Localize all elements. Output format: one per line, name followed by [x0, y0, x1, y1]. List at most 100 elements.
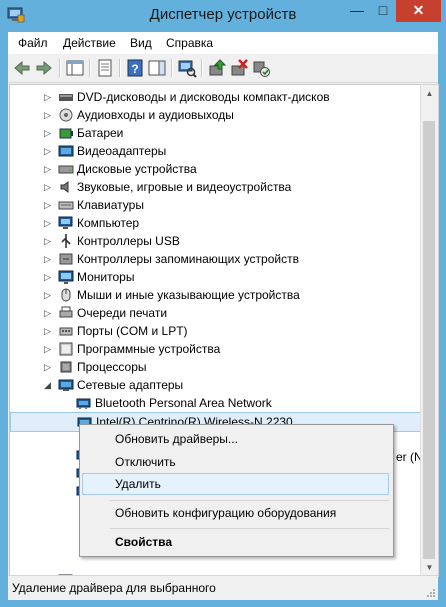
tree-item[interactable]: ▷ Компьютер: [10, 214, 420, 232]
tree-item-label: Батареи: [77, 126, 124, 140]
tree-item-label: Сетевые адаптеры: [77, 378, 184, 392]
toolbar-separator: [171, 59, 173, 77]
expand-arrow-icon[interactable]: ▷: [44, 254, 52, 264]
tree-item[interactable]: ▷ Звуковые, игровые и видеоустройства: [10, 178, 420, 196]
help-icon[interactable]: ?: [125, 58, 145, 78]
expand-arrow-icon[interactable]: ▷: [44, 182, 52, 192]
menu-help[interactable]: Справка: [166, 36, 213, 50]
network-adapter-icon: [58, 379, 74, 391]
computer-icon: [58, 216, 73, 229]
vertical-scrollbar[interactable]: ▲ ▼: [420, 84, 439, 577]
tree-item-label: Дисковые устройства: [77, 162, 197, 176]
tree-item[interactable]: ▷ Видеоадаптеры: [10, 142, 420, 160]
tree-item[interactable]: ▷ Мониторы: [10, 268, 420, 286]
tree-item-label: Мониторы: [77, 270, 135, 284]
scroll-up-arrow-icon[interactable]: ▲: [421, 85, 438, 102]
expand-arrow-icon[interactable]: ▷: [44, 308, 52, 318]
scan-hardware-icon[interactable]: [177, 58, 197, 78]
tree-item[interactable]: ▷ Контроллеры запоминающих устройств: [10, 250, 420, 268]
collapse-arrow-icon[interactable]: ◢: [44, 380, 52, 390]
expand-arrow-icon[interactable]: ▷: [44, 236, 52, 246]
title-bar[interactable]: Диспетчер устройств — □ ✕: [0, 0, 446, 32]
storage-controller-icon: [59, 253, 73, 265]
battery-icon: [59, 128, 73, 139]
audio-io-icon: [59, 108, 73, 122]
forward-arrow-icon[interactable]: [34, 58, 54, 78]
network-card-icon: [76, 398, 91, 409]
tree-item[interactable]: ▷ Порты (COM и LPT): [10, 322, 420, 340]
tree-item[interactable]: ▷ Клавиатуры: [10, 196, 420, 214]
toolbar-separator: [119, 59, 121, 77]
maximize-button[interactable]: □: [370, 0, 396, 22]
expand-arrow-icon[interactable]: ▷: [44, 146, 52, 156]
expand-arrow-icon[interactable]: ▷: [44, 128, 52, 138]
speaker-icon: [60, 181, 69, 193]
uninstall-device-icon[interactable]: [229, 58, 249, 78]
menu-file[interactable]: Файл: [18, 36, 48, 50]
back-arrow-icon[interactable]: [12, 58, 32, 78]
monitor-icon: [58, 270, 74, 284]
tree-item[interactable]: ▷ Очереди печати: [10, 304, 420, 322]
expand-arrow-icon[interactable]: ▷: [44, 164, 52, 174]
dvd-drive-icon: [59, 94, 73, 101]
expand-arrow-icon[interactable]: ▷: [44, 344, 52, 354]
expand-arrow-icon[interactable]: ▷: [44, 272, 52, 282]
tree-item[interactable]: ▷ Процессоры: [10, 358, 420, 376]
tree-item-label: Bluetooth Personal Area Network: [95, 396, 272, 410]
menu-view[interactable]: Вид: [130, 36, 152, 50]
mouse-icon: [61, 288, 71, 302]
expand-arrow-icon[interactable]: ▷: [44, 200, 52, 210]
context-update-driver-label: Обновить драйверы...: [115, 432, 238, 446]
context-disable[interactable]: Отключить: [82, 451, 389, 473]
properties-sheet-icon[interactable]: [95, 58, 115, 78]
tree-item-label: Процессоры: [77, 360, 147, 374]
context-disable-label: Отключить: [115, 455, 176, 469]
tree-item[interactable]: ▷ Дисковые устройства: [10, 160, 420, 178]
tree-item-label: Компьютер: [77, 216, 140, 230]
tree-item[interactable]: ◢ Сетевые адаптеры: [10, 376, 420, 394]
expand-arrow-icon[interactable]: ▷: [44, 92, 52, 102]
context-uninstall[interactable]: Удалить: [82, 473, 389, 495]
expand-arrow-icon[interactable]: ▷: [44, 290, 52, 300]
context-properties-label: Свойства: [115, 535, 173, 549]
expand-arrow-icon[interactable]: ▷: [44, 218, 52, 228]
tree-item[interactable]: ▷ Программные устройства: [10, 340, 420, 358]
menu-action[interactable]: Действие: [63, 36, 116, 50]
action-pane-icon[interactable]: [147, 58, 167, 78]
context-uninstall-label: Удалить: [115, 477, 161, 491]
context-properties[interactable]: Свойства: [82, 531, 389, 553]
resize-grip-icon[interactable]: [426, 588, 436, 598]
toolbar-separator: [89, 59, 91, 77]
context-menu: Обновить драйверы... Отключить Удалить О…: [79, 424, 394, 557]
tree-item-label: Программные устройства: [77, 342, 221, 356]
expand-arrow-icon[interactable]: ▷: [44, 362, 52, 372]
tree-item[interactable]: ▷ Батареи: [10, 124, 420, 142]
show-hide-console-tree-icon[interactable]: [65, 58, 85, 78]
port-icon: [59, 327, 73, 336]
tree-item-label: Очереди печати: [77, 306, 168, 320]
context-separator: [110, 528, 389, 529]
disk-drive-icon: [58, 165, 74, 174]
minimize-button[interactable]: —: [344, 0, 370, 22]
scroll-down-arrow-icon[interactable]: ▼: [421, 559, 438, 576]
tree-item[interactable]: ▷ DVD-дисководы и дисководы компакт-диско…: [10, 88, 420, 106]
tree-item-label: Клавиатуры: [77, 198, 144, 212]
display-adapter-icon: [58, 145, 74, 157]
scroll-thumb[interactable]: [423, 121, 435, 559]
close-button[interactable]: ✕: [396, 0, 441, 22]
svg-text:?: ?: [131, 62, 138, 76]
expand-arrow-icon[interactable]: ▷: [44, 326, 52, 336]
tree-item[interactable]: ▷ Контроллеры USB: [10, 232, 420, 250]
tree-item[interactable]: ▷ Мыши и иные указывающие устройства: [10, 286, 420, 304]
expand-arrow-icon[interactable]: ▷: [44, 110, 52, 120]
software-device-icon: [59, 342, 73, 356]
tree-item-label: DVD-дисководы и дисководы компакт-дисков: [77, 90, 330, 104]
status-text: Удаление драйвера для выбранного: [12, 581, 216, 595]
tree-child-item[interactable]: Bluetooth Personal Area Network: [10, 394, 420, 412]
enable-device-icon[interactable]: [251, 58, 271, 78]
tree-item[interactable]: ▷ Аудиовходы и аудиовыходы: [10, 106, 420, 124]
tree-item-label: Звуковые, игровые и видеоустройства: [77, 180, 292, 194]
context-scan-hardware[interactable]: Обновить конфигурацию оборудования: [82, 502, 389, 524]
update-driver-icon[interactable]: [207, 58, 227, 78]
context-update-driver[interactable]: Обновить драйверы...: [82, 428, 389, 450]
